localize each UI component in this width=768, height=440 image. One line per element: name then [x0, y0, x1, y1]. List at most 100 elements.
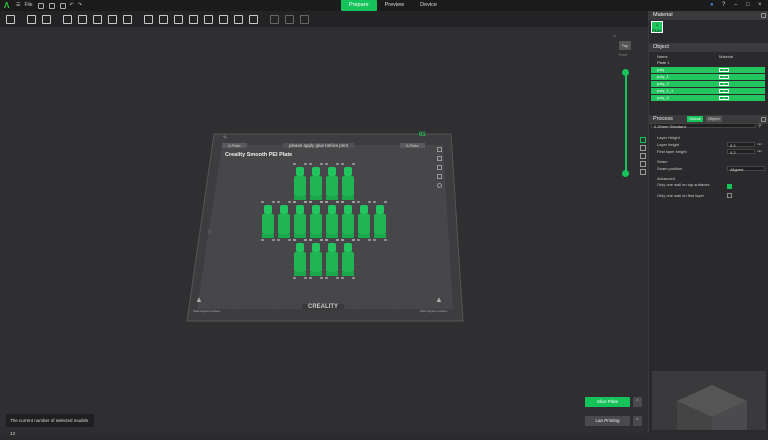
extra-tool-icon[interactable] — [300, 14, 309, 24]
seam-group-label: Seam — [657, 159, 668, 164]
maximize-icon[interactable]: □ — [746, 2, 752, 8]
boolean-icon[interactable] — [285, 14, 294, 24]
view-top-button[interactable]: Top — [619, 41, 631, 50]
undo-icon[interactable]: ↶ — [70, 0, 74, 11]
status-toast: The current number of selected models 13 — [6, 414, 94, 436]
plate-arrange-icon[interactable] — [437, 156, 442, 161]
seam-paint-icon[interactable] — [219, 14, 228, 24]
plate-brand: CREALITY — [302, 304, 344, 310]
object-row[interactable]: poly_1_1 1 — [651, 88, 765, 94]
lay-on-face-icon[interactable] — [123, 14, 132, 24]
layer-slider-top-handle[interactable] — [622, 69, 629, 76]
build-plate[interactable] — [0, 27, 648, 433]
add-plate-icon[interactable] — [27, 14, 36, 24]
save-icon[interactable] — [48, 2, 55, 9]
move-icon[interactable] — [144, 14, 153, 24]
object-material-badge[interactable]: 1 — [719, 75, 729, 79]
slice-options-icon[interactable]: ⌃ — [633, 397, 642, 407]
process-tab-global[interactable]: Global — [687, 116, 703, 122]
orient-icon[interactable] — [63, 14, 72, 24]
advanced-group[interactable]: Advanced — [651, 175, 765, 182]
plate-view-icon[interactable] — [437, 183, 442, 188]
side-strength-icon[interactable] — [640, 153, 646, 159]
one-wall-top-checkbox[interactable] — [727, 184, 732, 189]
layer-height-input[interactable]: 0.2 — [727, 142, 755, 148]
object-row[interactable]: poly 1 — [651, 67, 765, 73]
account-icon[interactable]: ● — [710, 2, 716, 8]
object-material-badge[interactable]: 1 — [719, 82, 729, 86]
panel-side-icons — [640, 137, 648, 177]
tab-preview[interactable]: Preview — [377, 0, 413, 11]
material-settings-icon[interactable] — [761, 13, 766, 18]
layer-slider-bottom-handle[interactable] — [622, 170, 629, 177]
assembly-icon[interactable] — [270, 14, 279, 24]
process-tab-object[interactable]: Object — [706, 116, 722, 122]
object-material-badge[interactable]: 1 — [719, 68, 729, 72]
help-icon[interactable]: ? — [722, 2, 728, 8]
plate-edit-icon[interactable]: ✎ — [223, 135, 227, 141]
new-project-icon[interactable] — [37, 2, 44, 9]
side-support-icon[interactable] — [640, 169, 646, 175]
print-options-icon[interactable]: ⌃ — [633, 416, 642, 426]
object-table: Name Material Plate 1 poly 1 poly_1 1 poly_2… — [651, 54, 765, 102]
one-wall-first-row: Only one wall on first layer — [651, 192, 765, 199]
object-material-badge[interactable]: 1 — [719, 96, 729, 100]
support-paint-icon[interactable] — [204, 14, 213, 24]
first-layer-input[interactable]: 0.2 — [727, 149, 755, 155]
slice-plate-button[interactable]: Slice Plate — [585, 397, 630, 407]
navigation-cube[interactable] — [652, 371, 766, 430]
app-logo-icon[interactable]: Λ — [4, 1, 12, 10]
plate-row[interactable]: Plate 1 — [651, 60, 765, 66]
minimize-icon[interactable]: – — [734, 2, 740, 8]
menu-icon[interactable]: ☰ — [16, 0, 20, 11]
side-filament-icon[interactable] — [640, 137, 646, 143]
layer-slider-track[interactable] — [625, 73, 627, 174]
side-quality-icon[interactable] — [640, 145, 646, 151]
main-tabs: Prepare Preview Device — [341, 0, 445, 11]
object-name: poly_3 — [657, 95, 669, 100]
text-icon[interactable] — [249, 14, 258, 24]
rotate-icon[interactable] — [159, 14, 168, 24]
plate-orient-icon[interactable] — [437, 165, 442, 170]
object-row[interactable]: poly_1 1 — [651, 74, 765, 80]
one-wall-first-checkbox[interactable] — [727, 193, 732, 198]
auto-orient-icon[interactable] — [78, 14, 87, 24]
file-menu[interactable]: File — [24, 0, 32, 11]
lan-printing-button[interactable]: Lan Printing — [585, 416, 630, 426]
scale-icon[interactable] — [174, 14, 183, 24]
object-row[interactable]: poly_2 1 — [651, 81, 765, 87]
material-area — [649, 20, 768, 43]
3d-viewport[interactable]: 01 A Plate please apply glue before prin… — [0, 27, 648, 433]
plate-lock-icon[interactable] — [437, 147, 442, 152]
split-icon[interactable] — [93, 14, 102, 24]
process-search-icon[interactable]: ⚲ — [758, 123, 762, 129]
seam-group[interactable]: Seam — [651, 158, 765, 165]
material-chip[interactable]: 1 PLA+ — [651, 21, 663, 33]
first-layer-unit: mm — [757, 149, 762, 153]
tab-prepare[interactable]: Prepare — [341, 0, 377, 11]
side-speed-icon[interactable] — [640, 161, 646, 167]
process-preset-select[interactable]: 0.20mm Standard — [651, 123, 756, 129]
process-settings-icon[interactable] — [761, 117, 766, 122]
first-layer-row: First layer height 0.2 mm — [651, 148, 765, 155]
add-object-icon[interactable] — [6, 14, 15, 24]
redo-icon[interactable]: ↷ — [78, 0, 82, 11]
layer-height-group[interactable]: Layer Height — [651, 134, 765, 141]
settings-icon[interactable] — [59, 2, 66, 9]
cut-icon[interactable] — [189, 14, 198, 24]
object-title: Object — [653, 44, 669, 50]
seam-position-select[interactable]: Aligned — [727, 166, 765, 172]
warning-triangle-left-icon: ▲ — [195, 295, 203, 304]
measure-icon[interactable] — [234, 14, 243, 24]
process-title: Process — [653, 116, 673, 122]
layer-height-row: Layer height 0.2 mm — [651, 141, 765, 148]
arrange-icon[interactable] — [42, 14, 51, 24]
grid-icon[interactable] — [108, 14, 117, 24]
object-material-badge[interactable]: 1 — [719, 89, 729, 93]
object-row[interactable]: poly_3 1 — [651, 95, 765, 101]
plate-settings-icon[interactable] — [437, 174, 442, 179]
home-view-icon[interactable]: ⌂ — [613, 33, 616, 39]
close-icon[interactable]: × — [758, 2, 764, 8]
plate-grid — [197, 145, 453, 309]
tab-device[interactable]: Device — [412, 0, 445, 11]
